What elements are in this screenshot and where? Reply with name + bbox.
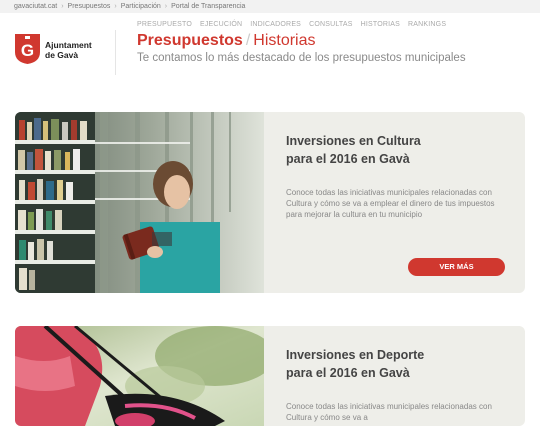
nav-item-ejecucion[interactable]: EJECUCIÓN <box>200 21 242 28</box>
story-card-cultura[interactable]: Inversiones en Cultura para el 2016 en G… <box>15 112 525 293</box>
header-divider <box>115 30 116 75</box>
svg-text:G: G <box>21 41 34 60</box>
card-description: Conoce todas las iniciativas municipales… <box>286 188 495 219</box>
title-separator: / <box>245 32 251 49</box>
card-title-line1: Inversiones en Cultura <box>286 134 421 148</box>
logo-text[interactable]: Ajuntament de Gavà <box>45 40 92 60</box>
breadcrumb: gavaciutat.cat › Presupuestos › Particip… <box>0 0 540 13</box>
breadcrumb-link-transparencia[interactable]: Portal de Transparencia <box>171 3 245 10</box>
library-photo <box>15 112 264 293</box>
logo-line2: de Gavà <box>45 50 79 60</box>
nav-item-rankings[interactable]: RANKINGS <box>408 21 446 28</box>
nav-item-presupuesto[interactable]: PRESUPUESTO <box>137 21 192 28</box>
story-card-deporte[interactable]: Inversiones en Deporte para el 2016 en G… <box>15 326 525 426</box>
card-title[interactable]: Inversiones en Deporte para el 2016 en G… <box>286 346 511 382</box>
breadcrumb-separator: › <box>61 3 64 10</box>
page-title-main: Presupuestos <box>137 32 243 49</box>
page-subtitle: Te contamos lo más destacado de los pres… <box>137 52 466 64</box>
sport-photo <box>15 326 264 426</box>
breadcrumb-link-home[interactable]: gavaciutat.cat <box>14 3 57 10</box>
breadcrumb-link-presupuestos[interactable]: Presupuestos <box>68 3 111 10</box>
main-nav: PRESUPUESTO EJECUCIÓN INDICADORES CONSUL… <box>137 21 454 28</box>
breadcrumb-separator: › <box>164 3 168 10</box>
nav-item-indicadores[interactable]: INDICADORES <box>250 21 301 28</box>
card-body: Inversiones en Cultura para el 2016 en G… <box>286 112 511 220</box>
card-title[interactable]: Inversiones en Cultura para el 2016 en G… <box>286 132 511 168</box>
card-title-line1: Inversiones en Deporte <box>286 348 425 362</box>
ver-mas-button[interactable]: VER MÁS <box>408 258 505 276</box>
page-title: Presupuestos / Historias <box>137 32 316 50</box>
card-body: Inversiones en Deporte para el 2016 en G… <box>286 326 511 423</box>
nav-item-consultas[interactable]: CONSULTAS <box>309 21 353 28</box>
nav-item-historias[interactable]: HISTORIAS <box>361 21 400 28</box>
page-title-sub: Historias <box>253 32 316 49</box>
breadcrumb-separator: › <box>114 3 117 10</box>
card-description: Conoce todas las iniciativas municipales… <box>286 402 492 422</box>
card-title-line2: para el 2016 en Gavà <box>286 152 410 166</box>
card-title-line2: para el 2016 en Gavà <box>286 366 410 380</box>
gava-logo-icon[interactable]: G <box>15 34 40 64</box>
breadcrumb-link-participacion[interactable]: Participación <box>121 3 161 10</box>
logo-line1: Ajuntament <box>45 40 92 50</box>
